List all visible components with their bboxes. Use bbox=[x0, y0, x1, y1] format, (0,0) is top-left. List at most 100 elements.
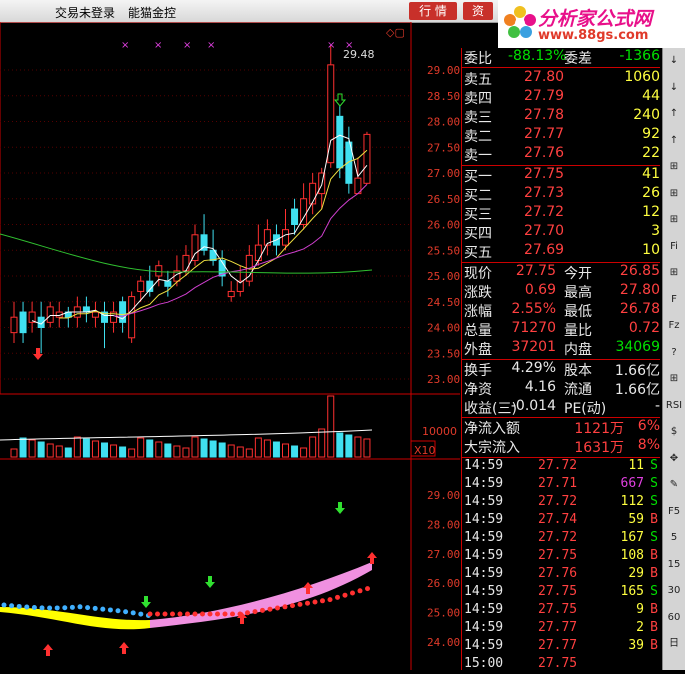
stat-row: 外盘 37201 内盘 34069 bbox=[462, 339, 660, 358]
fund-label: 净资 bbox=[464, 382, 492, 398]
info-button[interactable]: 资 bbox=[463, 2, 493, 20]
fund-label: 收益(三) bbox=[464, 401, 517, 417]
flow-value: 1121万 bbox=[574, 421, 624, 437]
toolbar-button[interactable]: Fi bbox=[665, 238, 683, 256]
stat-label-2: 量比 bbox=[564, 323, 592, 339]
buy-price: 27.73 bbox=[524, 185, 565, 201]
toolbar-button[interactable]: F5 bbox=[665, 503, 683, 521]
toolbar-button[interactable]: ⊞ bbox=[665, 264, 683, 282]
buy-label: 买三 bbox=[464, 207, 492, 223]
candle-body bbox=[19, 311, 27, 334]
toolbar-button[interactable]: ↑ bbox=[665, 132, 683, 150]
buy-volume: 3 bbox=[651, 223, 660, 239]
tick-volume: 165 bbox=[620, 584, 644, 599]
toolbar-button[interactable]: ✎ bbox=[665, 476, 683, 494]
tick-time: 14:59 bbox=[464, 530, 504, 545]
lower-sell-arrow-icon bbox=[141, 596, 151, 608]
candle-body bbox=[91, 311, 99, 318]
toolbar-button[interactable]: F bbox=[665, 291, 683, 309]
toolbar-button[interactable]: ⊞ bbox=[665, 211, 683, 229]
toolbar-button[interactable]: ? bbox=[665, 344, 683, 362]
tick-time: 14:59 bbox=[464, 548, 504, 563]
flow-value: 1631万 bbox=[574, 440, 624, 456]
tick-row: 14:59 27.72 112 S bbox=[462, 494, 660, 512]
lower-dot-red bbox=[282, 604, 288, 610]
lower-dot-blue bbox=[130, 610, 136, 616]
toolbar-button[interactable]: $ bbox=[665, 423, 683, 441]
tick-volume: 108 bbox=[620, 548, 644, 563]
divider bbox=[462, 67, 660, 68]
stat-label-2: 最高 bbox=[564, 285, 592, 301]
toolbar-button[interactable]: ↑ bbox=[665, 105, 683, 123]
volume-bar bbox=[91, 440, 99, 458]
candle-body bbox=[137, 280, 145, 292]
lower-dot-red bbox=[207, 611, 213, 617]
stat-label: 现价 bbox=[464, 266, 492, 282]
lower-tick-label: 26.00 bbox=[427, 577, 460, 590]
toolbar-button[interactable]: 5 bbox=[665, 529, 683, 547]
lower-dot-red bbox=[342, 592, 348, 598]
toolbar-button[interactable]: Fz bbox=[665, 317, 683, 335]
toolbar-button[interactable]: ✥ bbox=[665, 450, 683, 468]
stat-value: 37201 bbox=[511, 339, 556, 355]
toolbar-button[interactable]: 日 bbox=[665, 635, 683, 653]
toolbar-button[interactable]: RSI bbox=[665, 397, 683, 415]
quote-panel: 委比 -88.13% 委差 -1366 卖五 27.80 1060 卖四 27.79 44 卖三 27… bbox=[461, 48, 662, 671]
price-tick-label: 29.00 bbox=[427, 64, 460, 77]
lower-dot-red bbox=[312, 599, 318, 605]
buy-volume: 41 bbox=[642, 166, 660, 182]
lower-dot-red bbox=[275, 605, 280, 611]
lower-tick-label: 28.00 bbox=[427, 518, 460, 531]
candle-body bbox=[254, 244, 262, 262]
tick-price: 27.77 bbox=[538, 620, 578, 635]
toolbar-button[interactable]: 15 bbox=[665, 556, 683, 574]
stat-value: 0.69 bbox=[524, 282, 556, 298]
sell-price: 27.80 bbox=[524, 69, 565, 85]
buy-level-row: 买五 27.69 10 bbox=[462, 242, 660, 261]
lower-dot-blue bbox=[123, 609, 129, 615]
toolbar-button[interactable]: ⊞ bbox=[665, 370, 683, 388]
toolbar-button[interactable]: ⊞ bbox=[665, 185, 683, 203]
lower-dot-red bbox=[350, 590, 355, 596]
toolbar-button[interactable]: 60 bbox=[665, 609, 683, 627]
toolbar-button[interactable]: ↓ bbox=[665, 52, 683, 70]
lower-dot-blue bbox=[92, 605, 98, 611]
lower-dot-blue bbox=[115, 608, 121, 614]
stat-label-2: 最低 bbox=[564, 304, 592, 320]
volume-bar bbox=[363, 438, 371, 458]
kline-chart[interactable]: 29.00 28.50 28.00 27.50 27.00 26.50 26.00 25.50… bbox=[0, 21, 460, 670]
lower-dot-blue bbox=[47, 605, 53, 611]
volume-bar bbox=[28, 439, 36, 458]
volume-bar bbox=[236, 446, 244, 458]
price-tick-label: 28.00 bbox=[427, 116, 460, 129]
toolbar-button[interactable]: ⊞ bbox=[665, 158, 683, 176]
tick-price: 27.75 bbox=[538, 602, 578, 617]
fund-label-2: 流通 bbox=[564, 382, 592, 398]
signal-x-marker: × bbox=[121, 40, 129, 51]
kline-chart-area[interactable]: 29.00 28.50 28.00 27.50 27.00 26.50 26.00 25.50… bbox=[0, 21, 460, 670]
weicha-label: 委差 bbox=[564, 51, 592, 67]
ma5-line bbox=[31, 134, 368, 325]
tick-side: S bbox=[650, 458, 658, 473]
lower-dot-blue bbox=[1, 602, 7, 608]
toolbar-button[interactable]: 30 bbox=[665, 582, 683, 600]
price-tick-label: 26.50 bbox=[427, 193, 460, 206]
stat-label: 外盘 bbox=[464, 342, 492, 358]
sell-volume: 44 bbox=[642, 88, 660, 104]
tick-time: 14:59 bbox=[464, 602, 504, 617]
lower-dot-blue bbox=[85, 605, 91, 611]
fund-value-2: - bbox=[654, 398, 660, 414]
tick-row: 14:59 27.77 2 B bbox=[462, 620, 660, 638]
tick-price: 27.75 bbox=[538, 548, 578, 563]
tick-side: B bbox=[650, 566, 658, 581]
quote-button[interactable]: 行 情 bbox=[409, 2, 457, 20]
candle-body bbox=[309, 182, 317, 205]
toolbar-button[interactable]: ↓ bbox=[665, 79, 683, 97]
login-status[interactable]: 交易未登录 bbox=[55, 4, 115, 21]
site-logo: 分析家公式网 www.88gs.com bbox=[498, 0, 685, 48]
lower-dot-red bbox=[177, 611, 183, 617]
sell-volume: 240 bbox=[633, 107, 660, 123]
sell-price: 27.76 bbox=[524, 145, 565, 161]
side-toolbar: ↓ ↓ ↑ ↑ ⊞ ⊞ ⊞ Fi ⊞ F Fz? ⊞ RSI $ ✥ ✎ F5 5 15 30 60 日 bbox=[662, 48, 685, 670]
lower-dot-red bbox=[267, 606, 273, 612]
